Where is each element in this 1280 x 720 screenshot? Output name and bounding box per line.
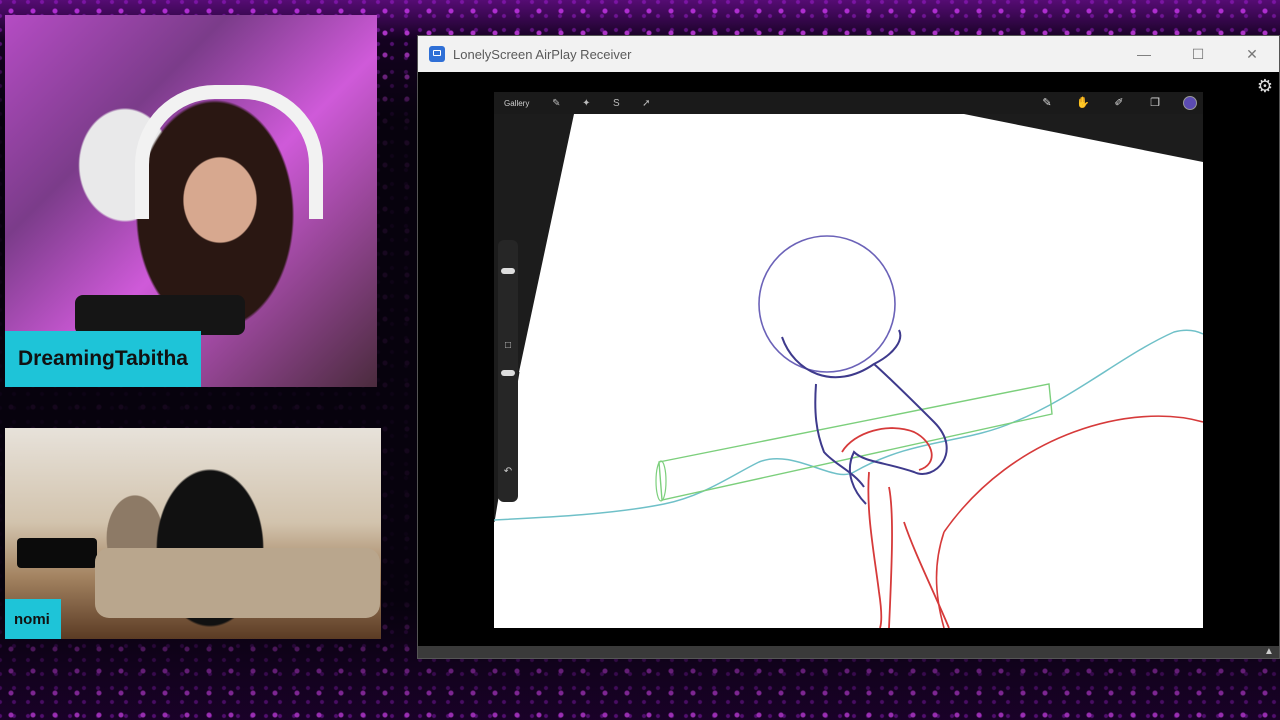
headset-shape [135,85,323,219]
adjustments-wand-icon[interactable]: ✦ [571,98,601,109]
maximize-button[interactable]: ☐ [1171,36,1225,72]
layers-icon[interactable]: ❐ [1147,95,1163,111]
opacity-slider[interactable] [501,370,515,376]
airplay-receiver-window: LonelyScreen AirPlay Receiver — ☐ ✕ ⚙ Ga… [417,35,1280,659]
procreate-sidebar: □ ↶ [498,240,518,502]
microphone-shape [75,295,245,335]
brush-icon[interactable]: ✎ [1039,95,1055,111]
minimize-button[interactable]: — [1117,36,1171,72]
name-tag-nomi: nomi [5,599,61,639]
eraser-icon[interactable]: ✐ [1111,95,1127,111]
sofa-shape [95,548,380,618]
window-title: LonelyScreen AirPlay Receiver [453,46,632,62]
window-controls: — ☐ ✕ [1117,36,1279,72]
smudge-icon[interactable]: ✋ [1075,95,1091,111]
drawing-canvas[interactable] [494,92,1203,628]
brush-size-slider[interactable] [501,268,515,274]
name-tag-dreamingtabitha: DreamingTabitha [5,331,201,387]
webcam-nomi [5,428,381,639]
horizontal-scrollbar[interactable]: ▲ [418,646,1279,658]
undo-icon[interactable]: ↶ [502,466,514,478]
actions-wrench-icon[interactable]: ✎ [541,98,571,109]
mirrored-tablet-screen: Gallery ✎ ✦ S ➚ ✎ ✋ ✐ ❐ □ ↶ [494,92,1203,628]
gallery-button[interactable]: Gallery [504,99,529,108]
transform-arrow-icon[interactable]: ➚ [631,98,661,109]
scroll-up-arrow-icon[interactable]: ▲ [1263,646,1275,658]
close-button[interactable]: ✕ [1225,36,1279,72]
settings-gear-icon[interactable]: ⚙ [1255,76,1275,96]
selection-icon[interactable]: S [601,98,631,109]
window-titlebar[interactable]: LonelyScreen AirPlay Receiver — ☐ ✕ [418,36,1279,72]
modify-square-icon[interactable]: □ [502,340,514,352]
procreate-toolbar: Gallery ✎ ✦ S ➚ ✎ ✋ ✐ ❐ [494,92,1203,114]
color-picker[interactable] [1183,96,1197,110]
piano-shape [17,538,97,568]
airplay-app-icon [429,46,445,62]
